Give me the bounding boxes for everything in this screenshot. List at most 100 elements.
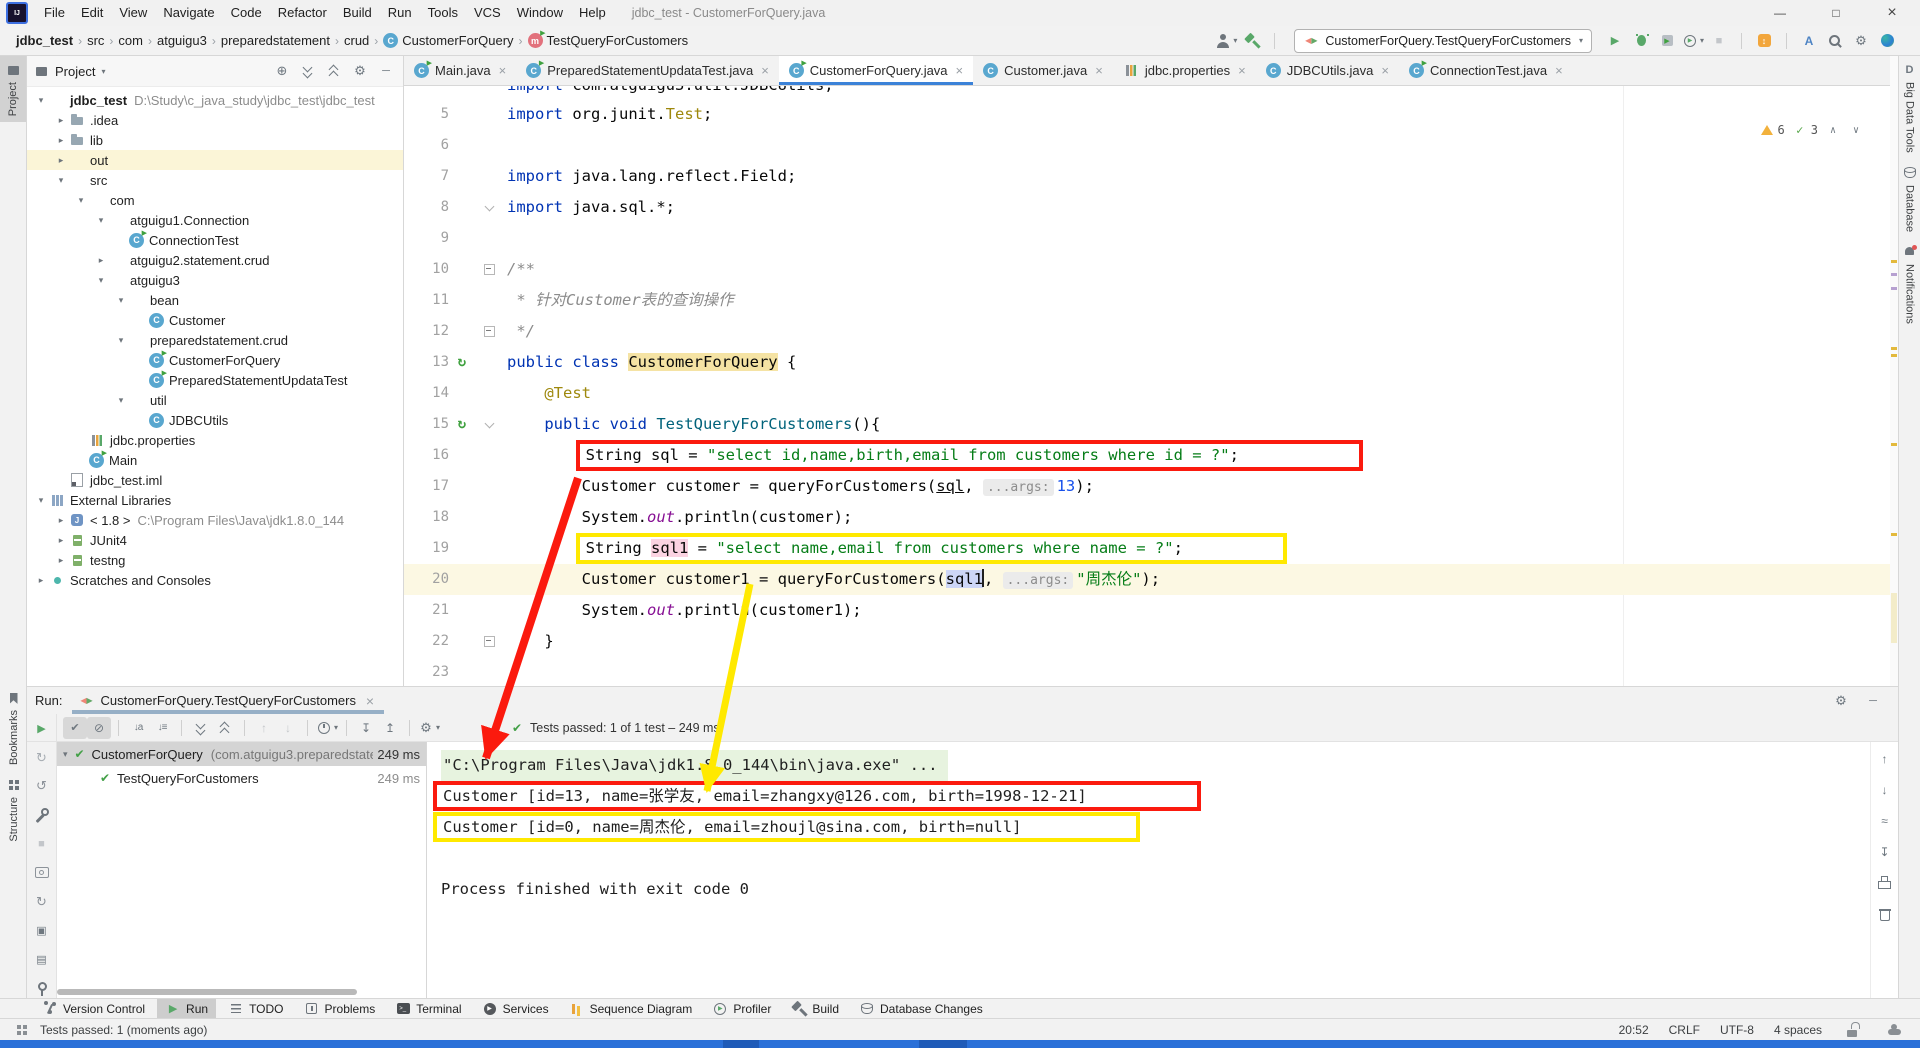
attach-button[interactable] bbox=[31, 920, 53, 942]
rerun-failed-button[interactable] bbox=[31, 747, 53, 769]
sort-duration-button[interactable] bbox=[150, 717, 174, 739]
tree-item-jdbc-test-iml[interactable]: jdbc_test.iml bbox=[27, 470, 403, 490]
toolwindow-button-problems[interactable]: Problems bbox=[296, 999, 384, 1019]
run-console[interactable]: "C:\Program Files\Java\jdk1.8.0_144\bin\… bbox=[427, 742, 1870, 999]
down-button[interactable] bbox=[1874, 779, 1896, 801]
translate-button[interactable] bbox=[1798, 30, 1820, 52]
chevron-down-icon[interactable]: ▾ bbox=[33, 495, 49, 506]
menu-edit[interactable]: Edit bbox=[73, 5, 111, 20]
auto-test-button[interactable] bbox=[31, 776, 53, 798]
show-ignored-button[interactable] bbox=[87, 716, 111, 739]
toolwindow-button-profiler[interactable]: Profiler bbox=[704, 999, 779, 1019]
prev-problem-icon[interactable] bbox=[1825, 122, 1841, 138]
chevron-down-icon[interactable]: ▾ bbox=[33, 95, 49, 106]
windows-taskbar[interactable] bbox=[0, 1040, 1920, 1048]
unlocked-button[interactable] bbox=[1842, 1019, 1864, 1041]
stripe-mark[interactable] bbox=[1891, 273, 1897, 276]
chevron-right-icon[interactable]: ▸ bbox=[53, 115, 69, 126]
import-results-button[interactable] bbox=[354, 717, 378, 739]
stripe-mark[interactable] bbox=[1891, 287, 1897, 290]
soft-wrap-button[interactable] bbox=[1874, 810, 1896, 832]
close-icon[interactable]: × bbox=[956, 63, 964, 78]
tree-item--1-8-[interactable]: ▸< 1.8 >C:\Program Files\Java\jdk1.8.0_1… bbox=[27, 510, 403, 530]
tree-item-jdbc-test[interactable]: ▾ jdbc_test D:\Study\c_java_study\jdbc_tes… bbox=[27, 90, 403, 110]
toolwindow-button-build[interactable]: Build bbox=[783, 999, 847, 1019]
sort-alpha-button[interactable] bbox=[126, 717, 150, 739]
rerun-test-icon[interactable] bbox=[454, 355, 470, 371]
chevron-down-icon[interactable]: ▾ bbox=[113, 395, 129, 406]
tab-customer-java[interactable]: Customer.java× bbox=[973, 56, 1113, 85]
close-icon[interactable]: × bbox=[1095, 63, 1103, 78]
tree-item-util[interactable]: ▾ util bbox=[27, 390, 403, 410]
menu-view[interactable]: View bbox=[111, 5, 155, 20]
expand-all-button[interactable] bbox=[297, 60, 319, 82]
breadcrumb-item[interactable]: src bbox=[87, 33, 104, 48]
chevron-down-icon[interactable]: ▾ bbox=[93, 275, 109, 286]
sidebar-item-bookmarks[interactable]: Bookmarks bbox=[0, 684, 27, 771]
hide-button[interactable] bbox=[375, 60, 397, 82]
menu-run[interactable]: Run bbox=[380, 5, 420, 20]
sidebar-item-database[interactable]: Database bbox=[1899, 159, 1920, 238]
tree-item-atguigu1-connection[interactable]: ▾ atguigu1.Connection bbox=[27, 210, 403, 230]
coverage-button[interactable] bbox=[1656, 30, 1678, 52]
show-passed-button[interactable] bbox=[63, 716, 87, 739]
history-clock-button[interactable]: ▾ bbox=[315, 717, 339, 739]
toolwindow-button-services[interactable]: Services bbox=[474, 999, 557, 1019]
tab-customerforquery-java[interactable]: CustomerForQuery.java× bbox=[778, 56, 974, 85]
chevron-down-icon[interactable]: ▾ bbox=[113, 295, 129, 306]
menu-file[interactable]: File bbox=[36, 5, 73, 20]
run-button[interactable] bbox=[1604, 30, 1626, 52]
next-failed-button[interactable] bbox=[276, 717, 300, 739]
indent-size[interactable]: 4 spaces bbox=[1774, 1023, 1822, 1037]
close-icon[interactable]: × bbox=[1238, 63, 1246, 78]
stripe-mark[interactable] bbox=[1891, 354, 1897, 357]
chevron-down-icon[interactable]: ▾ bbox=[113, 335, 129, 346]
settings-button[interactable] bbox=[1850, 30, 1872, 52]
hide-button[interactable] bbox=[1862, 690, 1884, 712]
toolwindow-button-terminal[interactable]: Terminal bbox=[387, 999, 469, 1019]
fold-marker[interactable] bbox=[484, 418, 494, 428]
code-area[interactable]: import com.atguigu3.util.JDBCUtils;5impo… bbox=[404, 86, 1890, 686]
tree-item-bean[interactable]: ▾ bean bbox=[27, 290, 403, 310]
toolwindow-button-todo[interactable]: TODO bbox=[220, 999, 291, 1019]
horizontal-scrollbar[interactable] bbox=[57, 989, 357, 995]
tab-main-java[interactable]: Main.java× bbox=[404, 56, 516, 85]
chevron-down-icon[interactable]: ▾ bbox=[93, 215, 109, 226]
collapse-all-button[interactable] bbox=[323, 60, 345, 82]
close-icon[interactable]: × bbox=[499, 63, 507, 78]
tree-item-testng[interactable]: ▸ testng bbox=[27, 550, 403, 570]
fold-marker[interactable] bbox=[484, 201, 494, 211]
restart-button[interactable] bbox=[31, 891, 53, 913]
close-w-button[interactable] bbox=[1864, 0, 1920, 26]
collapse-all-button[interactable] bbox=[213, 717, 237, 739]
breadcrumb-item[interactable]: preparedstatement bbox=[221, 33, 330, 48]
menu-code[interactable]: Code bbox=[223, 5, 270, 20]
chevron-down-icon[interactable]: ▾ bbox=[63, 749, 68, 760]
hammer-button[interactable] bbox=[1241, 30, 1263, 52]
minimize-button[interactable] bbox=[1752, 0, 1808, 26]
stripe-mark[interactable] bbox=[1891, 347, 1897, 350]
camera-button[interactable] bbox=[31, 862, 53, 884]
sidebar-item-notifications[interactable]: Notifications bbox=[1899, 238, 1920, 330]
chevron-down-icon[interactable]: ▾ bbox=[101, 67, 105, 76]
tree-item-com[interactable]: ▾ com bbox=[27, 190, 403, 210]
tree-item-connectiontest[interactable]: ConnectionTest bbox=[27, 229, 403, 250]
print-button[interactable] bbox=[1874, 872, 1896, 894]
tree-item-atguigu2-statement-crud[interactable]: ▸ atguigu2.statement.crud bbox=[27, 250, 403, 270]
tree-item-external-libraries[interactable]: ▾ External Libraries bbox=[27, 490, 403, 510]
menu-vcs[interactable]: VCS bbox=[466, 5, 509, 20]
stripe-mark[interactable] bbox=[1891, 260, 1897, 263]
tree-item-junit4[interactable]: ▸ JUnit4 bbox=[27, 530, 403, 550]
menu-window[interactable]: Window bbox=[509, 5, 571, 20]
toolwindow-button-version-control[interactable]: Version Control bbox=[34, 999, 153, 1019]
toolwindow-switcher-icon[interactable] bbox=[14, 1022, 30, 1038]
run-button[interactable] bbox=[31, 718, 53, 740]
chevron-right-icon[interactable]: ▸ bbox=[53, 135, 69, 146]
console-layout-button[interactable] bbox=[31, 948, 53, 970]
tree-item-scratches-and-consoles[interactable]: ▸ Scratches and Consoles bbox=[27, 570, 403, 590]
profiler-button[interactable]: ▾ bbox=[1682, 30, 1704, 52]
stop-button[interactable] bbox=[1708, 30, 1730, 52]
tree-item-src[interactable]: ▾ src bbox=[27, 170, 403, 190]
tree-item-atguigu3[interactable]: ▾ atguigu3 bbox=[27, 270, 403, 290]
menu-refactor[interactable]: Refactor bbox=[270, 5, 335, 20]
